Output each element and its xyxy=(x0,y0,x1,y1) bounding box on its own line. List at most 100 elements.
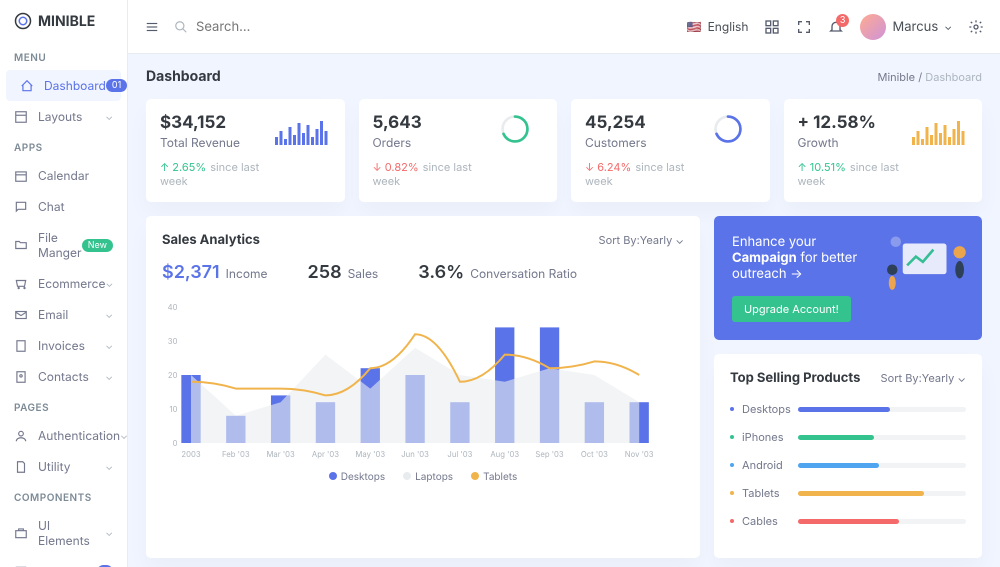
sparkline xyxy=(487,113,543,188)
breadcrumb-root[interactable]: Minible xyxy=(878,70,916,84)
stat-value: 5,643 xyxy=(373,113,488,133)
stat-label: Orders xyxy=(373,135,488,150)
avatar xyxy=(860,14,886,40)
stat-change: ↑ 2.65%since last week xyxy=(160,160,275,188)
cart-icon xyxy=(14,277,28,291)
metric-value: $2,371 xyxy=(162,262,220,283)
svg-text:Aug '03: Aug '03 xyxy=(490,449,519,459)
svg-text:30: 30 xyxy=(168,336,178,346)
sparkline xyxy=(275,113,331,188)
stat-value: + 12.58% xyxy=(798,113,913,133)
stat-value: 45,254 xyxy=(585,113,700,133)
top-selling-item: Android xyxy=(730,458,966,472)
folder-icon xyxy=(14,238,28,252)
search-icon xyxy=(174,20,188,34)
svg-text:Mar '03: Mar '03 xyxy=(266,449,295,459)
svg-text:Nov '03: Nov '03 xyxy=(625,449,654,459)
chevron-down-icon: ⌄ xyxy=(944,21,952,33)
svg-text:Jul '03: Jul '03 xyxy=(447,449,472,459)
home-icon xyxy=(20,79,34,93)
sidebar-item-label: UI Elements xyxy=(38,518,105,548)
stat-change: ↑ 10.51%since last week xyxy=(798,160,913,188)
header: 🇺🇸 English 3 Marcus ⌄ xyxy=(128,0,1000,54)
fullscreen-icon xyxy=(796,19,812,35)
sidebar-item-label: Layouts xyxy=(38,109,82,124)
promo-card: Enhance your Campaign for better outreac… xyxy=(714,216,982,340)
metric-value: 258 xyxy=(308,262,342,283)
sidebar-item-uielements[interactable]: UI Elements ⌄ xyxy=(0,510,127,556)
sidebar-item-dashboard[interactable]: Dashboard 01 xyxy=(6,70,121,101)
stat-label: Total Revenue xyxy=(160,135,275,150)
sidebar-item-label: File Manger xyxy=(38,230,82,260)
chevron-down-icon: ⌄ xyxy=(105,461,113,473)
menu-toggle-button[interactable] xyxy=(144,20,160,34)
logo[interactable]: MINIBLE xyxy=(0,0,127,42)
brand-text: MINIBLE xyxy=(38,13,95,30)
chevron-down-icon: ⌄ xyxy=(120,430,128,442)
sidebar-item-forms[interactable]: Forms 6 xyxy=(0,556,127,567)
sparkline xyxy=(912,113,968,188)
language-selector[interactable]: 🇺🇸 English xyxy=(687,19,749,34)
stat-change: ↓ 6.24%since last week xyxy=(585,160,700,188)
flag-icon: 🇺🇸 xyxy=(687,19,702,34)
sidebar-item-ecommerce[interactable]: Ecommerce ⌄ xyxy=(0,268,127,299)
metric-label: Sales xyxy=(348,266,379,281)
content: Dashboard Minible / Dashboard $34,152 To… xyxy=(128,54,1000,567)
promo-illustration xyxy=(884,226,974,296)
analytics-chart: 010203040 2003Feb '03Mar '03Apr '03May '… xyxy=(162,301,684,461)
svg-text:Jun '03: Jun '03 xyxy=(401,449,429,459)
sidebar-item-label: Calendar xyxy=(38,168,89,183)
nav-section-pages: PAGES xyxy=(0,392,127,420)
language-label: English xyxy=(708,19,749,34)
layout-icon xyxy=(14,110,28,124)
sidebar-item-label: Ecommerce xyxy=(38,276,105,291)
svg-text:40: 40 xyxy=(168,302,178,312)
page-title: Dashboard xyxy=(146,68,221,85)
sidebar-item-contacts[interactable]: Contacts ⌄ xyxy=(0,361,127,392)
new-badge: New xyxy=(82,239,113,252)
chat-icon xyxy=(14,200,28,214)
sidebar-item-label: Invoices xyxy=(38,338,85,353)
legend-item: Tablets xyxy=(471,471,517,483)
stat-label: Growth xyxy=(798,135,913,150)
sidebar-item-invoices[interactable]: Invoices ⌄ xyxy=(0,330,127,361)
nav-section-menu: MENU xyxy=(0,42,127,70)
stat-card-1: 5,643 Orders ↓ 0.82%since last week xyxy=(359,99,558,202)
analytics-title: Sales Analytics xyxy=(162,232,260,248)
sidebar-item-chat[interactable]: Chat xyxy=(0,191,127,222)
sidebar-item-email[interactable]: Email ⌄ xyxy=(0,299,127,330)
svg-text:20: 20 xyxy=(168,370,178,380)
topselling-sortby[interactable]: Sort By:Yearly ⌄ xyxy=(881,371,966,385)
svg-text:May '03: May '03 xyxy=(355,449,385,459)
chevron-down-icon: ⌄ xyxy=(105,527,113,539)
search xyxy=(174,19,687,35)
sidebar-item-calendar[interactable]: Calendar xyxy=(0,160,127,191)
search-input[interactable] xyxy=(196,19,396,35)
top-selling-item: Tablets xyxy=(730,486,966,500)
sidebar-item-filemanager[interactable]: File Manger New xyxy=(0,222,127,268)
grid-icon xyxy=(764,19,780,35)
fullscreen-button[interactable] xyxy=(796,19,812,35)
sidebar-item-layouts[interactable]: Layouts ⌄ xyxy=(0,101,127,132)
gear-icon xyxy=(968,19,984,35)
stat-card-0: $34,152 Total Revenue ↑ 2.65%since last … xyxy=(146,99,345,202)
svg-text:0: 0 xyxy=(173,438,178,448)
user-menu[interactable]: Marcus ⌄ xyxy=(860,14,952,40)
file-icon xyxy=(14,460,28,474)
upgrade-account-button[interactable]: Upgrade Account! xyxy=(732,296,851,322)
chevron-down-icon: ⌄ xyxy=(105,278,113,290)
contacts-icon xyxy=(14,370,28,384)
chevron-down-icon: ⌄ xyxy=(105,371,113,383)
dashboard-badge: 01 xyxy=(106,79,127,92)
svg-text:10: 10 xyxy=(169,404,177,414)
grid-button[interactable] xyxy=(764,19,780,35)
stat-card-3: + 12.58% Growth ↑ 10.51%since last week xyxy=(784,99,983,202)
sidebar-item-authentication[interactable]: Authentication ⌄ xyxy=(0,420,127,451)
notifications-button[interactable]: 3 xyxy=(828,19,844,35)
stat-label: Customers xyxy=(585,135,700,150)
analytics-sortby[interactable]: Sort By:Yearly ⌄ xyxy=(599,233,684,247)
settings-button[interactable] xyxy=(968,19,984,35)
top-selling-card: Top Selling Products Sort By:Yearly ⌄ De… xyxy=(714,354,982,558)
svg-text:2003: 2003 xyxy=(181,449,200,459)
sidebar-item-utility[interactable]: Utility ⌄ xyxy=(0,451,127,482)
